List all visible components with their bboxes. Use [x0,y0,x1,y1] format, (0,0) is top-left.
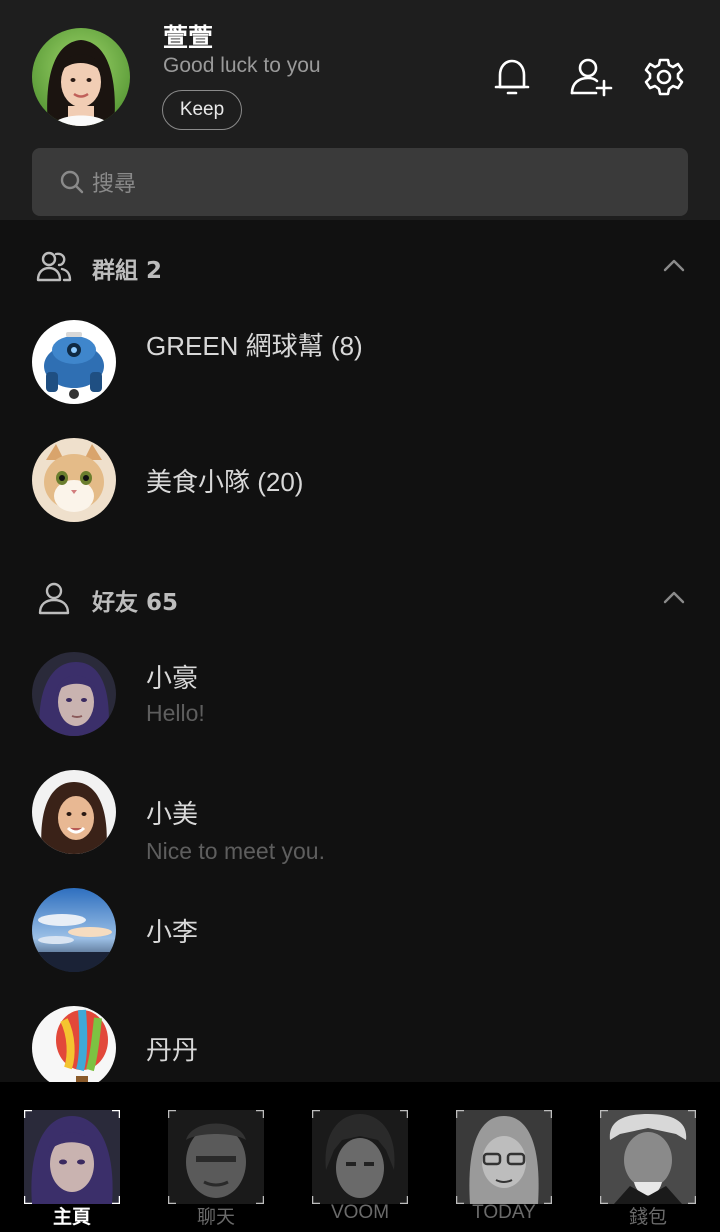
groups-section-header[interactable]: 群組 2 [0,242,720,292]
friend-row-xiaoli[interactable]: 小李 [0,878,720,988]
person-icon [38,582,70,615]
tab-label: 主頁 [52,1207,91,1228]
today-tab-icon [456,1110,552,1204]
group-name: GREEN 網球幫 (8) [146,331,363,361]
friend-row-xiaohao[interactable]: 小豪 Hello! [0,642,720,752]
wallet-tab-icon [600,1110,696,1204]
search-icon [60,170,84,194]
bell-icon[interactable] [490,55,534,99]
friend-name: 小豪 [146,663,199,693]
tab-chat[interactable]: 聊天 [156,1082,276,1232]
profile-avatar[interactable] [32,28,130,126]
profile-status-message: Good luck to you [163,54,321,77]
voom-tab-icon [312,1110,408,1204]
tab-label: 聊天 [196,1207,235,1228]
chevron-up-icon[interactable] [660,584,688,612]
group-avatar [32,320,116,404]
friends-section-title: 好友 65 [92,590,179,616]
group-name: 美食小隊 (20) [146,467,304,497]
bottom-tab-bar: 主頁 聊天 VOOM TODAY 錢包 [0,1082,720,1232]
groups-section-title: 群組 2 [92,258,163,284]
add-friend-icon[interactable] [568,55,613,99]
tab-label: 錢包 [628,1207,667,1228]
friend-avatar [32,652,116,736]
friend-name: 小李 [146,917,199,947]
group-icon [36,251,72,282]
tab-label: TODAY [472,1202,536,1223]
profile-name: 萱萱 [163,23,214,52]
chat-tab-icon [168,1110,264,1204]
tab-wallet[interactable]: 錢包 [588,1082,708,1232]
tab-label: VOOM [330,1202,390,1223]
friend-row-xiaomei[interactable]: 小美 Nice to meet you. [0,760,720,870]
settings-gear-icon[interactable] [642,55,686,99]
home-tab-icon [24,1110,120,1204]
group-row-food-team[interactable]: 美食小隊 (20) [0,428,720,538]
search-placeholder: 搜尋 [92,172,137,197]
friend-name: 小美 [146,799,199,829]
tab-today[interactable]: TODAY [444,1082,564,1232]
tab-voom[interactable]: VOOM [300,1082,420,1232]
search-area: 搜尋 [0,144,720,220]
friend-avatar [32,770,116,854]
keep-button[interactable]: Keep [162,90,242,130]
friend-status-message: Hello! [146,700,205,726]
search-input[interactable]: 搜尋 [32,148,688,216]
friend-status-message: Nice to meet you. [146,838,325,864]
group-row-green-tennis[interactable]: GREEN 網球幫 (8) [0,310,720,420]
chevron-up-icon[interactable] [660,252,688,280]
profile-header: 萱萱 Good luck to you Keep [0,0,720,144]
friend-avatar [32,1006,116,1090]
friend-avatar [32,888,116,972]
friend-name: 丹丹 [146,1035,199,1065]
group-avatar [32,438,116,522]
tab-home[interactable]: 主頁 [12,1082,132,1232]
friends-section-header[interactable]: 好友 65 [0,574,720,624]
